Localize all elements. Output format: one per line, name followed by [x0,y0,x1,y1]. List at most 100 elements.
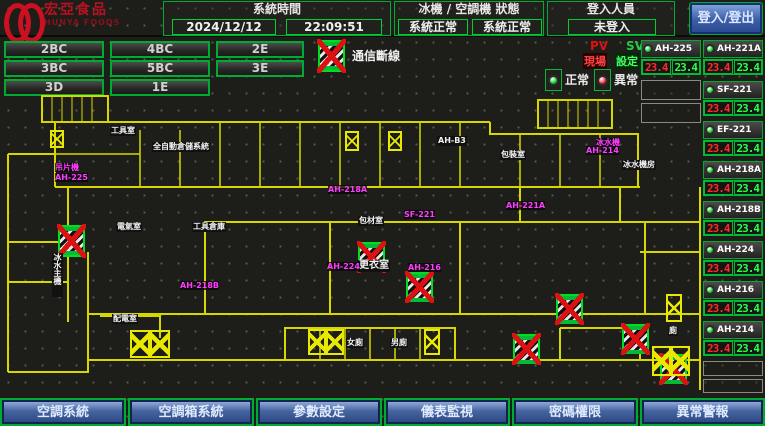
equipment-tile-ah216[interactable]: AH-216 23.423.4 [703,281,763,316]
equipment-name: SF-221 [717,85,752,95]
floor-button-3e[interactable]: 3E [216,60,304,77]
nav-button-password-auth[interactable]: 密碼權限 [514,400,636,424]
empty-panel [703,379,763,393]
double-fan-icon [130,330,170,358]
equipment-tile-ah225[interactable]: AH-225 23.423.4 [641,40,701,75]
equipment-name: AH-216 [717,285,754,295]
device-label-ah224: AH-224 [327,262,360,271]
equipment-tile-ah214[interactable]: AH-214 23.423.4 [703,321,763,356]
sv-value: 23.4 [734,60,763,74]
floor-button-4bc[interactable]: 4BC [110,41,210,58]
device-label-ah216: AH-216 [408,263,441,272]
room-label-power: 配電室 [112,314,138,324]
device-comm-fail-icon-ah221a[interactable] [513,334,540,364]
status-led [643,44,653,54]
comm-fail-legend-label: 通信斷線 [352,47,400,64]
double-fan-icon [308,329,344,355]
pv-caption: 現場 [583,53,607,69]
header-bar: 宏亞食品 HUNYA FOODS 系統時間 2024/12/12 22:09:5… [0,0,765,37]
equipment-tile-ah224[interactable]: AH-224 23.423.4 [703,241,763,276]
fan-icon [345,131,359,151]
room-label-packing: 包裝室 [500,150,526,160]
room-label-locker: 更衣室 [358,260,390,272]
device-comm-fail-icon-ah214[interactable] [556,294,583,324]
normal-legend-label: 正常 [565,71,589,88]
abnormal-legend-label: 異常 [614,71,638,88]
floor-button-3bc[interactable]: 3BC [4,60,104,77]
equipment-name: AH-218A [717,165,761,175]
room-label-tool: 工具室 [110,126,136,136]
room-label-tool-storage: 工具倉庫 [192,222,226,232]
login-logout-button[interactable]: 登入/登出 [690,3,762,34]
fan-icon [50,130,64,148]
logo-subtext: HUNYA FOODS [44,18,120,27]
equipment-tile-ah221a[interactable]: AH-221A 23.423.4 [703,40,763,75]
abnormal-led [594,69,611,91]
equipment-tile-ah218b[interactable]: AH-218B 23.423.4 [703,201,763,236]
comm-fail-legend-icon [318,40,345,72]
empty-panel [641,80,701,100]
equipment-tile-ah218a[interactable]: AH-218A 23.423.4 [703,161,763,196]
status-led [705,205,715,215]
pv-value: 23.4 [704,301,733,315]
pv-value: 23.4 [704,341,733,355]
sv-value: 23.4 [672,60,701,74]
room-label-chiller-room: 冰水機房 [622,160,656,170]
floor-button-5bc[interactable]: 5BC [110,60,210,77]
floor-button-2e[interactable]: 2E [216,41,304,58]
fan-icon [388,131,402,151]
room-label-electrical: 電氣室 [116,222,142,232]
equipment-name: AH-218B [717,205,761,215]
equipment-name: AH-224 [717,245,754,255]
equipment-name: AH-214 [717,325,754,335]
room-label-chiller-main: 冰水主機 [52,253,63,297]
nav-button-alarm[interactable]: 異常警報 [642,400,763,424]
system-date-value: 2024/12/12 [172,19,276,35]
device-label-chiller: 冰水機 [596,138,620,147]
ahu-status-value: 系統正常 [472,19,542,35]
pv-value: 23.4 [642,60,671,74]
equipment-tile-ef221[interactable]: EF-221 23.423.4 [703,121,763,156]
sv-value: 23.4 [734,181,763,195]
status-led [705,245,715,255]
pv-value: 23.4 [704,181,733,195]
machine-status-label: 冰機 / 空調機 狀態 [395,2,543,17]
device-label-ah221a: AH-221A [506,201,545,210]
device-comm-fail-icon-chiller[interactable] [622,324,649,354]
device-label-ah218a: AH-218A [328,185,367,194]
fan-icon [666,294,682,322]
nav-button-param-setting[interactable]: 參數設定 [258,400,380,424]
sv-value: 23.4 [734,261,763,275]
equipment-tile-sf221[interactable]: SF-221 23.423.4 [703,81,763,116]
nav-button-ac-system[interactable]: 空調系統 [2,400,124,424]
logo-icon [4,3,38,33]
empty-panel [641,103,701,123]
device-label-ah218b: AH-218B [180,281,219,290]
room-label-toilet: 廁 [668,326,678,336]
device-label-ah214: AH-214 [586,146,619,155]
status-led [705,285,715,295]
room-label-storage: 全自動倉儲系統 [152,142,210,152]
room-label-toilet-w: 女廁 [346,338,364,348]
equipment-name: EF-221 [717,125,752,135]
device-label-sf221: SF-221 [404,210,435,219]
pv-value: 23.4 [704,60,733,74]
system-time-value: 22:09:51 [286,19,382,35]
sv-caption: 設定 [615,53,639,69]
pv-value: 23.4 [704,261,733,275]
nav-button-ahu-system[interactable]: 空調箱系統 [130,400,252,424]
device-comm-fail-icon-sf221[interactable] [406,272,433,302]
floor-button-2bc[interactable]: 2BC [4,41,104,58]
sv-value: 23.4 [734,221,763,235]
hmi-screen: { "header": { "logo_text": "宏亞食品", "logo… [0,0,765,426]
sv-value: 23.4 [734,341,763,355]
status-led [705,165,715,175]
sv-value: 23.4 [734,141,763,155]
fan-icon [424,329,440,355]
room-label-toilet-m: 男廁 [390,338,408,348]
nav-button-meter-monitor[interactable]: 儀表監視 [386,400,508,424]
equipment-name: AH-221A [717,44,761,54]
login-label: 登入人員 [548,2,674,17]
status-led [705,125,715,135]
normal-led [545,69,562,91]
